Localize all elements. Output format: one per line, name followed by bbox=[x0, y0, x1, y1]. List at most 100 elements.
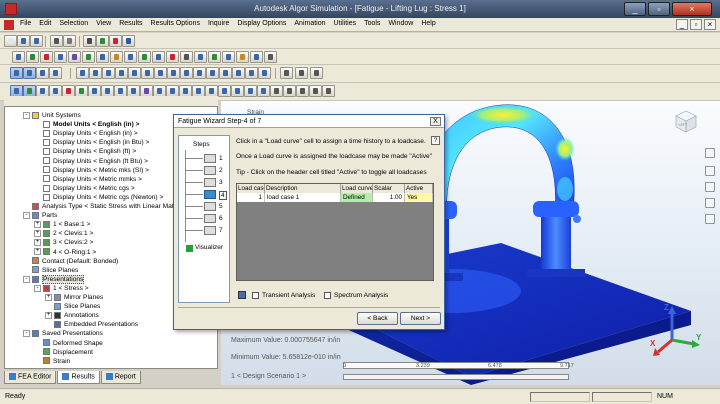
orbit-icon[interactable] bbox=[705, 198, 715, 208]
tree-item[interactable]: Displacement bbox=[34, 348, 93, 357]
tree-item[interactable]: +4 < O-Ring:1 > bbox=[34, 248, 96, 257]
tree-item[interactable]: - 1 < Stress > bbox=[34, 284, 89, 293]
tb2-tool-button-icon[interactable] bbox=[54, 51, 67, 63]
tb1-tool-button-icon[interactable] bbox=[109, 35, 122, 47]
tb2-tool-button-icon[interactable] bbox=[26, 51, 39, 63]
tb2-tool-button-icon[interactable] bbox=[166, 51, 179, 63]
step-item[interactable]: 6 bbox=[219, 215, 223, 222]
menu-animation[interactable]: Animation bbox=[294, 20, 325, 27]
look-at-icon[interactable] bbox=[705, 214, 715, 224]
tb3-tool-button-icon[interactable] bbox=[295, 67, 308, 79]
tree-item[interactable]: Slice Planes bbox=[45, 302, 100, 311]
tree-item[interactable]: Embedded Presentations bbox=[45, 320, 138, 329]
tb3-tool-button-icon[interactable] bbox=[76, 67, 89, 79]
tree-item[interactable]: Contact (Default: Bonded) bbox=[23, 257, 118, 266]
tree-item[interactable]: Display Units < English (in) > bbox=[34, 129, 138, 138]
tb3-tool-button-icon[interactable] bbox=[167, 67, 180, 79]
menu-selection[interactable]: Selection bbox=[59, 20, 88, 27]
tree-item[interactable]: Slice Planes bbox=[23, 266, 78, 275]
tb2-tool-button-icon[interactable] bbox=[68, 51, 81, 63]
tab-fea-editor[interactable]: FEA Editor bbox=[4, 371, 57, 384]
tb2-tool-button-icon[interactable] bbox=[180, 51, 193, 63]
step-item[interactable]: 4 bbox=[219, 191, 227, 200]
steering-wheel-icon[interactable] bbox=[705, 148, 715, 158]
grid-header-description[interactable]: Description bbox=[265, 184, 341, 193]
expand-icon[interactable]: + bbox=[34, 239, 41, 247]
expand-icon[interactable]: + bbox=[34, 220, 41, 228]
tb3-tool-button-icon[interactable] bbox=[280, 67, 293, 79]
tree-item[interactable]: Analysis Type < Static Stress with Linea… bbox=[23, 202, 185, 211]
tree-item[interactable]: +2 < Clevis:1 > bbox=[34, 229, 93, 238]
tb1-tool-button-icon[interactable] bbox=[83, 35, 96, 47]
grid-row[interactable]: 1 load case 1 Defined 1.00 Yes bbox=[237, 193, 433, 202]
tb4-tool-button-icon[interactable] bbox=[257, 85, 270, 97]
tb2-tool-button-icon[interactable] bbox=[236, 51, 249, 63]
tree-item[interactable]: + Mirror Planes bbox=[45, 293, 103, 302]
tb2-tool-button-icon[interactable] bbox=[208, 51, 221, 63]
collapse-icon[interactable]: - bbox=[23, 211, 30, 219]
tb3-tool-button-icon[interactable] bbox=[115, 67, 128, 79]
tb3-tool-button-icon[interactable] bbox=[258, 67, 271, 79]
grid-header-scalar[interactable]: Scalar bbox=[373, 184, 405, 193]
tb4-tool-button-icon[interactable] bbox=[231, 85, 244, 97]
menu-edit[interactable]: Edit bbox=[39, 20, 51, 27]
collapse-icon[interactable]: - bbox=[23, 330, 30, 338]
tb2-tool-button-icon[interactable] bbox=[222, 51, 235, 63]
tb4-tool-button-icon[interactable] bbox=[322, 85, 335, 97]
tb3-tool-button-icon[interactable] bbox=[180, 67, 193, 79]
tb2-tool-button-icon[interactable] bbox=[264, 51, 277, 63]
menu-window[interactable]: Window bbox=[388, 20, 413, 27]
tb1-tool-button-icon[interactable] bbox=[122, 35, 135, 47]
tb2-tool-button-icon[interactable] bbox=[12, 51, 25, 63]
tree-item[interactable]: - Unit Systems bbox=[23, 111, 81, 120]
tree-item[interactable]: +1 < Base:1 > bbox=[34, 220, 90, 229]
tb3-tool-button-icon[interactable] bbox=[232, 67, 245, 79]
tb3-tool-button-icon[interactable] bbox=[245, 67, 258, 79]
transient-analysis-checkbox[interactable] bbox=[252, 292, 259, 299]
tb2-tool-button-icon[interactable] bbox=[110, 51, 123, 63]
tb2-tool-button-icon[interactable] bbox=[40, 51, 53, 63]
child-restore-button[interactable]: ▫ bbox=[690, 19, 702, 30]
menu-inquire[interactable]: Inquire bbox=[208, 20, 229, 27]
tree-item[interactable]: - Saved Presentations bbox=[23, 329, 103, 338]
tb4-tool-button-icon[interactable] bbox=[218, 85, 231, 97]
tb2-tool-button-icon[interactable] bbox=[194, 51, 207, 63]
tb1-tool-button-icon[interactable] bbox=[50, 35, 63, 47]
tb3-tool-button-icon[interactable] bbox=[89, 67, 102, 79]
tb3-tool-button-icon[interactable] bbox=[193, 67, 206, 79]
tb2-tool-button-icon[interactable] bbox=[250, 51, 263, 63]
tb3-tool-button-icon[interactable] bbox=[154, 67, 167, 79]
zoom-icon[interactable] bbox=[705, 182, 715, 192]
menu-file[interactable]: File bbox=[20, 20, 31, 27]
child-minimize-button[interactable]: _ bbox=[676, 19, 688, 30]
tb2-tool-button-icon[interactable] bbox=[152, 51, 165, 63]
grid-cell-description[interactable]: load case 1 bbox=[265, 193, 341, 202]
tree-item[interactable]: - Presentations bbox=[23, 274, 85, 284]
visualizer-label[interactable]: Visualizer bbox=[195, 244, 223, 251]
step-item[interactable]: 2 bbox=[219, 167, 223, 174]
tb2-tool-button-icon[interactable] bbox=[96, 51, 109, 63]
step-item[interactable]: 3 bbox=[219, 179, 223, 186]
next-button[interactable]: Next > bbox=[400, 312, 441, 325]
tb1-tool-button-icon[interactable] bbox=[30, 35, 43, 47]
step-item[interactable]: 1 bbox=[219, 155, 223, 162]
tree-item[interactable]: Strain bbox=[34, 357, 70, 366]
grid-cell-scalar[interactable]: 1.00 bbox=[373, 193, 405, 202]
tree-item[interactable]: Display Units < Metric mmks > bbox=[34, 175, 142, 184]
spectrum-analysis-checkbox[interactable] bbox=[324, 292, 331, 299]
minimize-button[interactable]: _ bbox=[624, 2, 646, 16]
tree-item[interactable]: Display Units < English (in Btu) > bbox=[34, 138, 149, 147]
grid-cell-loadcase[interactable]: 1 bbox=[237, 193, 265, 202]
tb1-tool-button-icon[interactable] bbox=[17, 35, 30, 47]
menu-display-options[interactable]: Display Options bbox=[237, 20, 286, 27]
close-button[interactable]: × bbox=[672, 2, 712, 16]
tb3-tool-button-icon[interactable] bbox=[206, 67, 219, 79]
tb2-tool-button-icon[interactable] bbox=[138, 51, 151, 63]
tree-item[interactable]: - Parts bbox=[23, 211, 57, 220]
tab-results[interactable]: Results bbox=[57, 371, 100, 384]
expand-icon[interactable]: + bbox=[34, 230, 41, 238]
tb2-tool-button-icon[interactable] bbox=[124, 51, 137, 63]
grid-cell-active[interactable]: Yes bbox=[405, 193, 433, 202]
tree-item[interactable]: + Annotations bbox=[45, 311, 99, 320]
expand-icon[interactable]: + bbox=[34, 248, 41, 256]
